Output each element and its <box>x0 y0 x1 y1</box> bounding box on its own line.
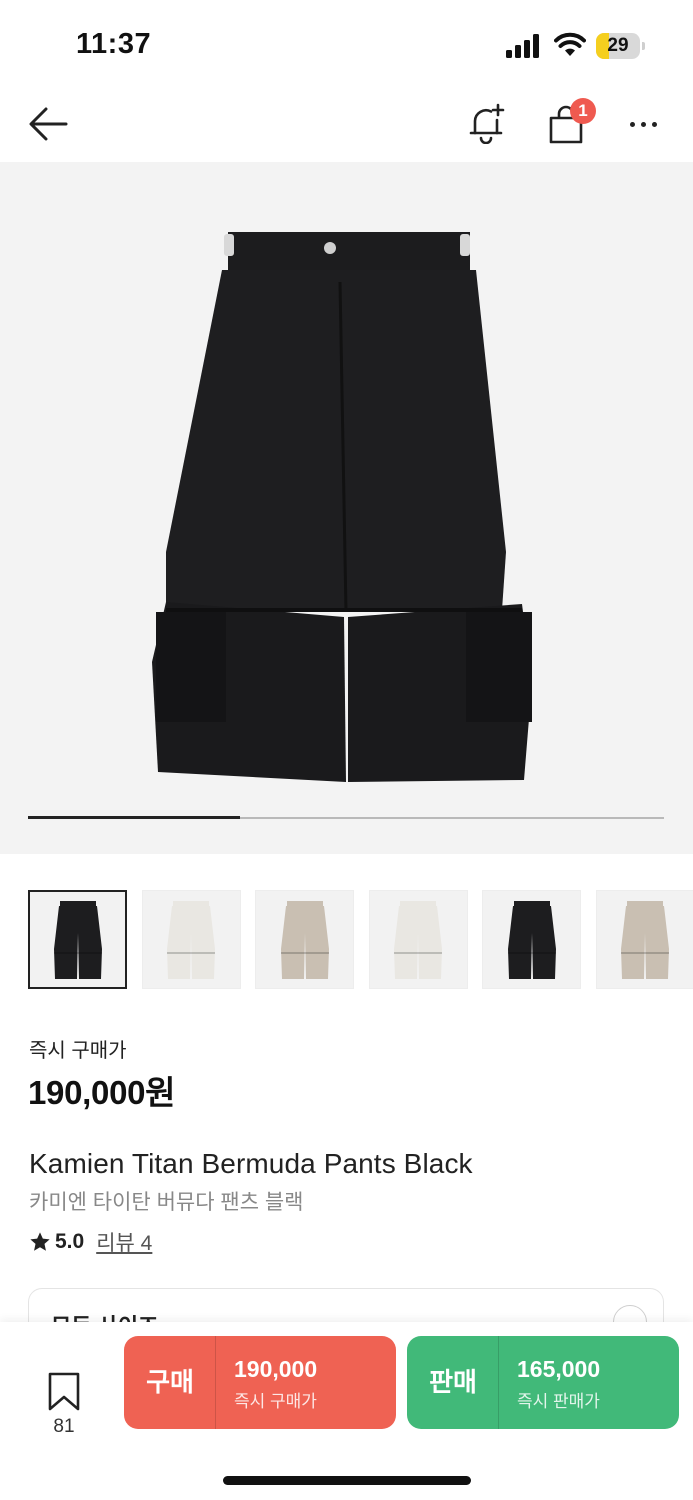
thumbnail-image <box>621 900 669 979</box>
thumbnail-image <box>507 900 556 979</box>
cart-button[interactable]: 1 <box>540 98 596 148</box>
rating-value: 5.0 <box>55 1230 85 1253</box>
more-horizontal-icon <box>629 121 635 127</box>
sell-price-label: 즉시 판매가 <box>517 1392 600 1411</box>
thumbnail-black[interactable] <box>28 890 127 989</box>
thumbnail-white[interactable] <box>368 890 468 989</box>
thumbnail-image <box>280 900 329 979</box>
sell-label: 판매 <box>429 1367 477 1397</box>
product-image <box>152 232 532 782</box>
bottom-action-bar: 81 구매 190,000 즉시 구매가 판매 165,000 즉시 판매가 <box>0 1322 693 1500</box>
buy-price: 190,000 <box>234 1356 318 1382</box>
carousel-progress <box>28 816 664 819</box>
thumbnail-white[interactable] <box>141 890 241 989</box>
bookmark-icon <box>48 1372 80 1411</box>
battery-indicator: 29 <box>596 33 646 59</box>
buy-label: 구매 <box>146 1367 194 1397</box>
thumbnail-image <box>53 900 102 979</box>
sell-price: 165,000 <box>517 1356 601 1382</box>
instant-buy-price-label: 즉시 구매가 <box>29 1040 127 1062</box>
product-image-carousel[interactable] <box>0 162 693 854</box>
cart-count-badge: 1 <box>570 98 596 124</box>
buy-button[interactable]: 구매 190,000 즉시 구매가 <box>124 1336 396 1429</box>
status-time: 11:37 <box>76 28 152 60</box>
star-icon <box>30 1232 50 1251</box>
product-name: Kamien Titan Bermuda Pants Black <box>29 1148 473 1179</box>
review-link[interactable]: 리뷰 4 <box>96 1227 152 1257</box>
buy-price-label: 즉시 구매가 <box>234 1392 317 1411</box>
top-nav-bar: 1 <box>0 90 693 160</box>
battery-level: 29 <box>607 35 629 56</box>
cellular-signal-icon <box>506 34 539 58</box>
arrow-left-icon <box>29 107 68 141</box>
thumbnail-image <box>167 900 215 979</box>
thumbnail-beige[interactable] <box>255 890 354 989</box>
home-indicator <box>223 1476 471 1485</box>
carousel-progress-fill <box>28 816 240 819</box>
thumbnail-strip <box>28 890 693 990</box>
status-bar: 11:37 29 <box>0 0 693 90</box>
product-name-korean: 카미엔 타이탄 버뮤다 팬츠 블랙 <box>29 1191 304 1214</box>
wishlist-button[interactable]: 81 <box>38 1372 90 1442</box>
bell-plus-icon <box>469 103 505 144</box>
price-alert-button[interactable] <box>462 98 512 148</box>
thumbnail-black[interactable] <box>482 890 581 989</box>
more-options-button[interactable] <box>620 102 666 146</box>
instant-buy-price: 190,000원 <box>28 1074 176 1111</box>
wishlist-count: 81 <box>53 1416 75 1437</box>
back-button[interactable] <box>24 102 72 146</box>
thumbnail-image <box>394 900 442 979</box>
wifi-icon <box>554 32 586 56</box>
thumbnail-beige[interactable] <box>595 890 693 989</box>
sell-button[interactable]: 판매 165,000 즉시 판매가 <box>407 1336 679 1429</box>
rating-row: 5.0 리뷰 4 <box>29 1228 152 1256</box>
